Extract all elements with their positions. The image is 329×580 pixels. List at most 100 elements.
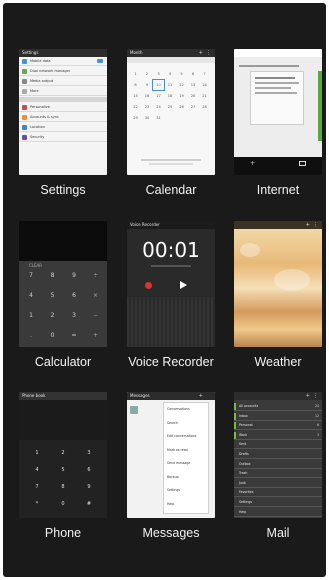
- browser-toolbar: +: [234, 157, 322, 175]
- add-icon: +: [198, 393, 203, 399]
- voice-recorder-titlebar: Voice Recorder: [127, 221, 215, 229]
- calculator-key: =: [71, 332, 77, 339]
- internet-thumbnail[interactable]: +: [234, 49, 322, 175]
- calendar-day: 25: [167, 105, 173, 109]
- mail-folder-row: Work 3: [234, 431, 322, 440]
- calculator-key: 7: [29, 272, 33, 279]
- mail-folder-list: All accounts 24 Inbox 12 Personal 6 Work 3 Sent D…: [234, 400, 322, 518]
- phone-thumbnail[interactable]: Phone book 1 2 3 4 5 6 7 8 9 * 0 #: [19, 392, 107, 518]
- menu-item: Backup: [167, 474, 179, 479]
- mobile-data-icon: [22, 59, 27, 64]
- mail-folder-row: Favorites: [234, 488, 322, 498]
- mail-folder-label: Trash: [239, 471, 248, 476]
- mail-folder-label: Help: [239, 509, 247, 514]
- menu-icon: ⋮: [313, 222, 318, 228]
- weather-thumbnail[interactable]: + ⋮: [234, 221, 322, 347]
- mail-folder-label: Personal: [239, 423, 253, 428]
- recording-time: 00:01: [142, 238, 200, 262]
- phone-key: #: [86, 501, 92, 507]
- more-icon: [22, 89, 27, 94]
- calendar-day: 22: [133, 105, 138, 109]
- mail-folder-row: Outbox: [234, 460, 322, 469]
- phone-key: 6: [87, 467, 91, 473]
- calculator-thumbnail[interactable]: CLEAR 7 8 9 ÷ 4 5 6 × 1 2 3 −. 0 = +: [19, 221, 107, 347]
- calendar-day: 2: [145, 72, 149, 76]
- menu-item: Search: [167, 420, 178, 425]
- calendar-day: 7: [203, 72, 206, 76]
- unread-indicator: [234, 422, 236, 430]
- calculator-key: ÷: [92, 272, 99, 279]
- recent-app-settings[interactable]: Settings Mobile data Dual network manage…: [19, 49, 107, 208]
- app-label: Calendar: [145, 183, 197, 197]
- calendar-day: 4: [168, 72, 172, 76]
- voice-recorder-thumbnail[interactable]: Voice Recorder 00:01: [127, 221, 215, 347]
- recent-app-voice-recorder[interactable]: Voice Recorder 00:01 Voice Recorder: [127, 221, 215, 380]
- phone-display: [19, 400, 107, 440]
- mail-folder-count: 6: [316, 423, 319, 428]
- calendar-day: 26: [179, 105, 184, 109]
- calendar-thumbnail[interactable]: Month + ⋮ 1 2 3 4 5 6 7 8 9 10 11 12 13 14 15 16 17 18 19 2…: [127, 49, 215, 175]
- mail-thumbnail[interactable]: + ⋮ All accounts 24 Inbox 12 Personal 6 Work 3 S…: [234, 392, 322, 518]
- mail-folder-count: 3: [316, 432, 319, 437]
- dialog-box: [250, 71, 304, 125]
- menu-icon: ⋮: [206, 50, 211, 56]
- network-icon: [22, 69, 27, 74]
- settings-row-label: More: [30, 89, 39, 93]
- calendar-day: 13: [190, 83, 196, 87]
- mail-folder-row: All accounts 24: [234, 402, 322, 411]
- tabs-icon: [299, 161, 306, 166]
- phone-key: *: [35, 501, 39, 507]
- personalize-icon: [22, 105, 27, 110]
- phone-key: 4: [35, 467, 39, 473]
- security-icon: [22, 135, 27, 140]
- calendar-day: 10: [152, 79, 165, 91]
- calendar-day: 23: [144, 105, 150, 109]
- mail-folder-label: All accounts: [239, 404, 259, 408]
- recent-app-weather[interactable]: + ⋮ Weather: [234, 221, 322, 380]
- recent-app-internet[interactable]: + Internet: [234, 49, 322, 208]
- calculator-key: .: [30, 332, 32, 339]
- side-bar: [318, 71, 322, 141]
- settings-row: Location: [19, 123, 107, 132]
- app-label: Calculator: [34, 355, 92, 369]
- mail-folder-row: Junk: [234, 479, 322, 488]
- media-output-icon: [22, 79, 27, 84]
- calculator-display: CLEAR: [19, 221, 107, 268]
- calendar-day: 29: [133, 116, 138, 120]
- calendar-day: 14: [202, 83, 207, 87]
- calculator-key: ×: [92, 292, 99, 299]
- phone-key: 7: [35, 484, 39, 490]
- mail-folder-label: Inbox: [239, 413, 248, 418]
- calendar-day: 8: [134, 83, 137, 87]
- calendar-day: 27: [190, 105, 196, 109]
- mail-titlebar: + ⋮: [234, 392, 322, 400]
- weather-background: [234, 229, 322, 347]
- calendar-day: 20: [190, 94, 196, 98]
- messages-titlebar: Messages +: [127, 392, 215, 400]
- phone-key: 9: [87, 484, 91, 490]
- mail-folder-row: Help: [234, 508, 322, 517]
- settings-row-label: Media output: [30, 79, 54, 83]
- app-label: Weather: [254, 355, 302, 369]
- settings-row: Security: [19, 133, 107, 142]
- settings-row-label: Security: [30, 135, 45, 139]
- settings-row: Personalize: [19, 103, 107, 112]
- app-label: Mail: [266, 526, 290, 540]
- recent-app-calendar[interactable]: Month + ⋮ 1 2 3 4 5 6 7 8 9 10 11 12 13 14 15 16 17 18 19 2…: [127, 49, 215, 208]
- phone-key: 3: [87, 450, 91, 456]
- phone-key: 0: [61, 501, 65, 507]
- add-icon: +: [305, 393, 310, 399]
- app-label: Voice Recorder: [128, 355, 214, 369]
- settings-row-label: Personalize: [30, 105, 50, 109]
- avatar: [130, 406, 138, 414]
- recent-app-messages[interactable]: Messages + Conversations Search Edit conve…: [127, 392, 215, 551]
- recent-app-calculator[interactable]: CLEAR 7 8 9 ÷ 4 5 6 × 1 2 3 −. 0 = + Calculator: [19, 221, 107, 380]
- settings-row: Media output: [19, 77, 107, 86]
- calendar-day: 15: [133, 94, 138, 98]
- weekday-header: [127, 57, 215, 63]
- settings-thumbnail[interactable]: Settings Mobile data Dual network manage…: [19, 49, 107, 175]
- web-page: [234, 57, 322, 157]
- recent-app-phone[interactable]: Phone book 1 2 3 4 5 6 7 8 9 * 0 # Phone: [19, 392, 107, 551]
- messages-thumbnail[interactable]: Messages + Conversations Search Edit conve…: [127, 392, 215, 518]
- recent-app-mail[interactable]: + ⋮ All accounts 24 Inbox 12 Personal 6 Work 3 S…: [234, 392, 322, 551]
